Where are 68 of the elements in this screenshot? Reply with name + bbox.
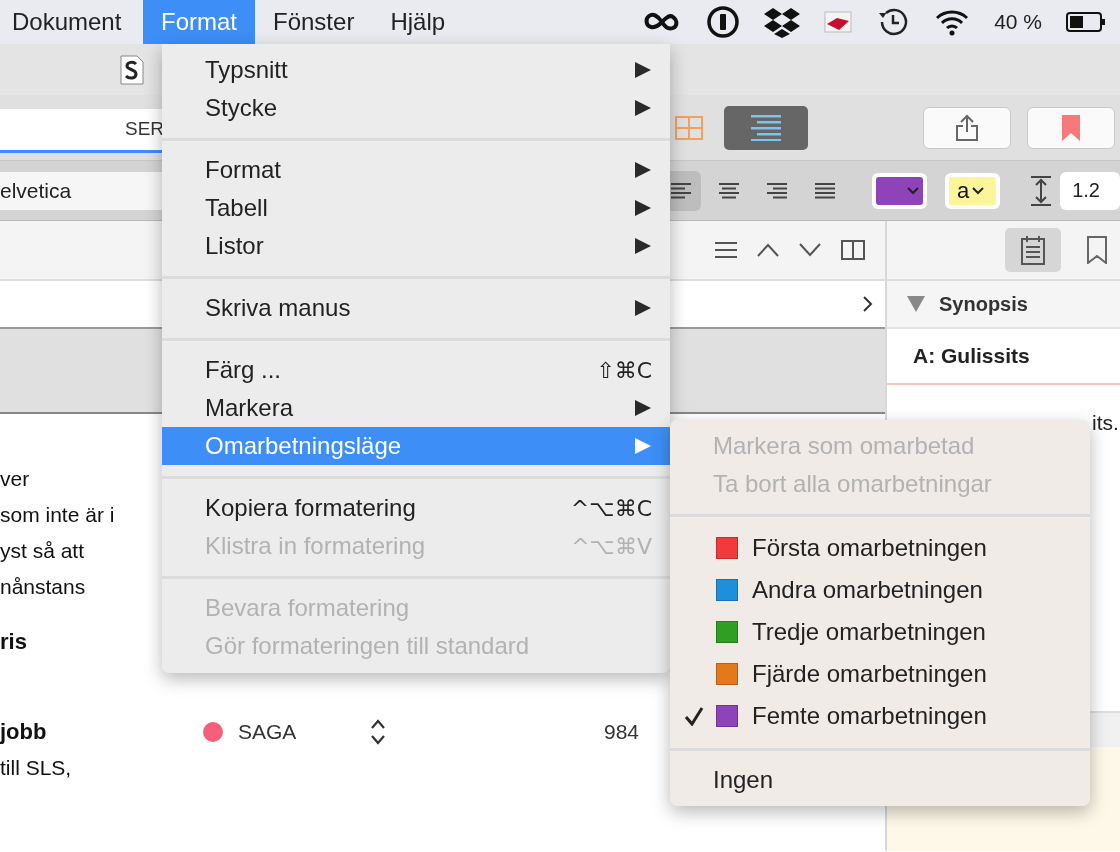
bookmark-icon: [1061, 113, 1081, 142]
bookmark-icon[interactable]: [1087, 236, 1107, 264]
lines-icon: [751, 114, 781, 141]
submenu-arrow-icon: [634, 199, 652, 217]
wifi-icon[interactable]: [934, 8, 971, 36]
chevron-down-icon: [907, 186, 920, 195]
body-text: nånstans: [0, 575, 86, 598]
text-color-well[interactable]: [872, 172, 928, 209]
submenu-arrow-icon: [634, 399, 652, 417]
share-button[interactable]: [923, 106, 1011, 149]
document-icon: [120, 54, 144, 85]
notepad-icon: [1021, 235, 1045, 265]
battery-percentage: 40 %: [994, 10, 1042, 34]
submenu-arrow-icon: [634, 161, 652, 179]
line-spacing-icon: [1030, 175, 1053, 206]
section-title: Synopsis: [939, 292, 1028, 316]
menubar-item[interactable]: Hjälp: [372, 0, 464, 44]
body-text: ver: [0, 467, 30, 490]
body-text: yst så att: [0, 539, 85, 562]
menu-item[interactable]: Kopiera formatering ^⌥⌘C: [162, 489, 670, 527]
menu-item[interactable]: Skriva manus: [162, 289, 670, 327]
checkmark-icon: [684, 706, 704, 726]
menu-item[interactable]: Andra omarbetningen: [670, 569, 1090, 611]
status-label: SAGA: [238, 720, 298, 744]
body-text: ris: [0, 629, 27, 654]
menu-item[interactable]: Tabell: [162, 189, 670, 227]
stepper-icon[interactable]: [370, 719, 386, 745]
toolbar-tab[interactable]: SER: [0, 108, 162, 153]
align-center-icon: [719, 182, 740, 199]
body-text: till SLS,: [0, 756, 72, 779]
menubar-item[interactable]: Fönster: [255, 0, 373, 44]
submenu-arrow-icon: [634, 299, 652, 317]
submenu-arrow-icon: [634, 237, 652, 255]
synopsis-title: A: Gulissits: [887, 329, 1120, 385]
body-text: som inte är i: [0, 503, 115, 526]
menu-item[interactable]: Markera: [162, 389, 670, 427]
grid-icon: [675, 115, 703, 140]
align-justify-icon: [815, 182, 836, 199]
menu-item[interactable]: Format: [162, 151, 670, 189]
align-left-icon: [671, 182, 692, 199]
menu-item[interactable]: Femte omarbetningen: [670, 695, 1090, 737]
menu-item[interactable]: Första omarbetningen: [670, 527, 1090, 569]
view-button[interactable]: [724, 105, 808, 150]
align-right-icon: [767, 182, 788, 199]
submenu-arrow-icon: [634, 437, 652, 455]
split-view-icon[interactable]: [841, 240, 865, 260]
menu-item[interactable]: Fjärde omarbetningen: [670, 653, 1090, 695]
chevron-down-icon: [972, 186, 985, 195]
triangle-down-icon[interactable]: [907, 296, 925, 312]
menu-icon[interactable]: [715, 242, 737, 258]
line-spacing-field[interactable]: 1.2: [1060, 171, 1120, 210]
synopsis-text: its.: [1091, 411, 1119, 435]
row-title: jobb: [0, 719, 48, 745]
submenu-arrow-icon: [634, 61, 652, 79]
menu-item[interactable]: Tredje omarbetningen: [670, 611, 1090, 653]
menu-item[interactable]: Stycke: [162, 89, 670, 127]
menubar-item[interactable]: Dokument: [0, 0, 143, 44]
notes-tab[interactable]: [1005, 228, 1061, 272]
share-icon: [955, 113, 979, 142]
chevron-down-icon[interactable]: [799, 243, 821, 257]
menu-item[interactable]: Ingen: [670, 761, 1090, 799]
submenu-arrow-icon: [634, 99, 652, 117]
chevron-right-icon[interactable]: [863, 296, 873, 312]
chevron-up-icon[interactable]: [757, 243, 779, 257]
battery-icon[interactable]: [1066, 11, 1106, 33]
word-count: 984: [604, 720, 640, 744]
highlight-color-well[interactable]: a: [945, 172, 1001, 209]
font-field[interactable]: elvetica: [0, 171, 165, 210]
